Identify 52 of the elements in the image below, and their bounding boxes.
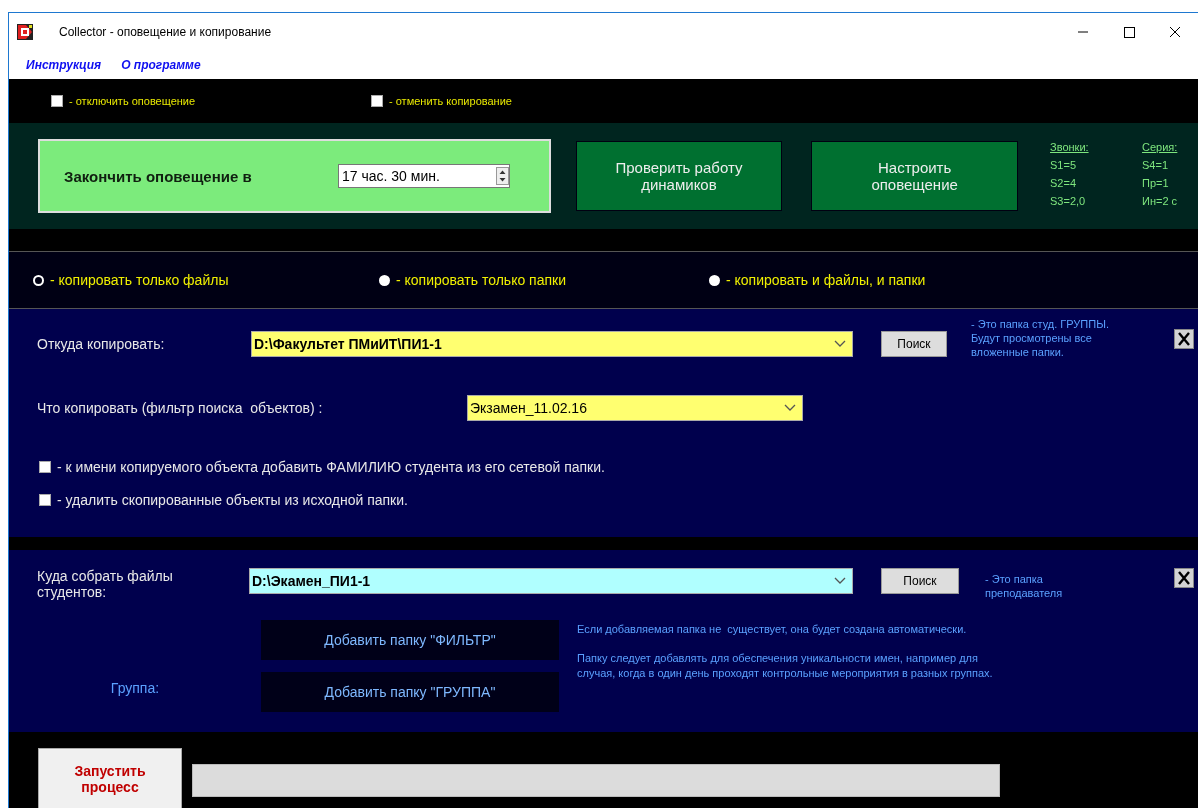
target-label: Куда собрать файлы студентов: bbox=[37, 568, 174, 600]
target-note: - Это папка преподавателя bbox=[985, 572, 1063, 600]
info-text: Папку следует добавлять для обеспечения уникальности имен, например для случая, когда в один день проходят контрольные мероприятия в разных группах. bbox=[577, 651, 994, 681]
alert-end-label: Закончить оповещение в bbox=[64, 167, 253, 185]
radio-label: - копировать только файлы bbox=[50, 272, 229, 288]
spinner-arrows-icon[interactable] bbox=[496, 167, 509, 185]
close-icon[interactable] bbox=[1174, 329, 1194, 349]
stats-value: Пр=1 bbox=[1142, 177, 1170, 189]
target-combo[interactable]: D:\Экамен_ПИ1-1 bbox=[249, 568, 853, 594]
radio-button[interactable] bbox=[33, 274, 44, 286]
source-note: - Это папка студ. ГРУППЫ. Будут просмотрены все вложенные папки. bbox=[971, 317, 1109, 359]
stats-value: S3=2,0 bbox=[1050, 195, 1087, 207]
stats-value: S4=1 bbox=[1142, 159, 1169, 171]
radio-button[interactable] bbox=[379, 274, 390, 286]
source-label: Откуда копировать: bbox=[37, 336, 166, 352]
search-button[interactable]: Поиск bbox=[881, 568, 959, 594]
window-title: Collector - оповещение и копирование bbox=[59, 25, 272, 39]
menu-item[interactable]: Инструкция bbox=[26, 58, 102, 72]
time-spinner[interactable]: 17 час. 30 мин. bbox=[338, 164, 510, 188]
filter-label: Что копировать (фильтр поиска объектов) : bbox=[37, 400, 324, 416]
radio-label: - копировать только папки bbox=[396, 272, 566, 288]
add-folder-button[interactable]: Добавить папку "ФИЛЬТР" bbox=[261, 620, 559, 660]
stats-heading[interactable]: Серия: bbox=[1142, 141, 1198, 153]
dropdown-caret-icon[interactable] bbox=[784, 404, 796, 412]
source-combo[interactable]: D:\Факультет ПМиИТ\ПИ1-1 bbox=[251, 331, 853, 357]
checkbox[interactable] bbox=[39, 494, 51, 506]
radio-label: - копировать и файлы, и папки bbox=[726, 272, 926, 288]
info-text: Если добавляемая папка не существует, она будет создана автоматически. bbox=[577, 622, 968, 637]
checkbox[interactable] bbox=[39, 461, 51, 473]
checkbox-label: - отключить оповещение bbox=[69, 95, 196, 107]
dropdown-caret-icon[interactable] bbox=[834, 577, 846, 585]
close-icon[interactable] bbox=[1174, 568, 1194, 588]
stats-value: Ин=2 с bbox=[1142, 195, 1179, 207]
stats-value: S1=5 bbox=[1050, 159, 1077, 171]
add-folder-button[interactable]: Добавить папку "ГРУППА" bbox=[261, 672, 559, 712]
checkbox-label: - к имени копируемого объекта добавить ФАМИЛИЮ студента из его сетевой папки. bbox=[57, 459, 605, 475]
checkbox-label: - отменить копирование bbox=[389, 95, 512, 107]
menu-item[interactable]: О программе bbox=[121, 58, 201, 72]
dropdown-caret-icon[interactable] bbox=[834, 340, 846, 348]
search-button[interactable]: Поиск bbox=[881, 331, 947, 357]
checkbox-label: - удалить скопированные объекты из исходной папки. bbox=[57, 492, 408, 508]
group-label: Группа: bbox=[110, 680, 160, 696]
alert-button[interactable]: Проверить работу динамиков bbox=[575, 141, 783, 211]
app-logo-icon bbox=[17, 24, 33, 40]
checkbox[interactable] bbox=[51, 95, 63, 107]
filter-combo[interactable]: Экзамен_11.02.16 bbox=[467, 395, 803, 421]
radio-button[interactable] bbox=[709, 274, 720, 286]
checkbox[interactable] bbox=[371, 95, 383, 107]
stats-value: S2=4 bbox=[1050, 177, 1077, 189]
stats-heading[interactable]: Звонки: bbox=[1050, 141, 1106, 153]
alert-button[interactable]: Настроить оповещение bbox=[811, 141, 1018, 211]
start-button[interactable]: Запустить процесс bbox=[38, 748, 182, 808]
